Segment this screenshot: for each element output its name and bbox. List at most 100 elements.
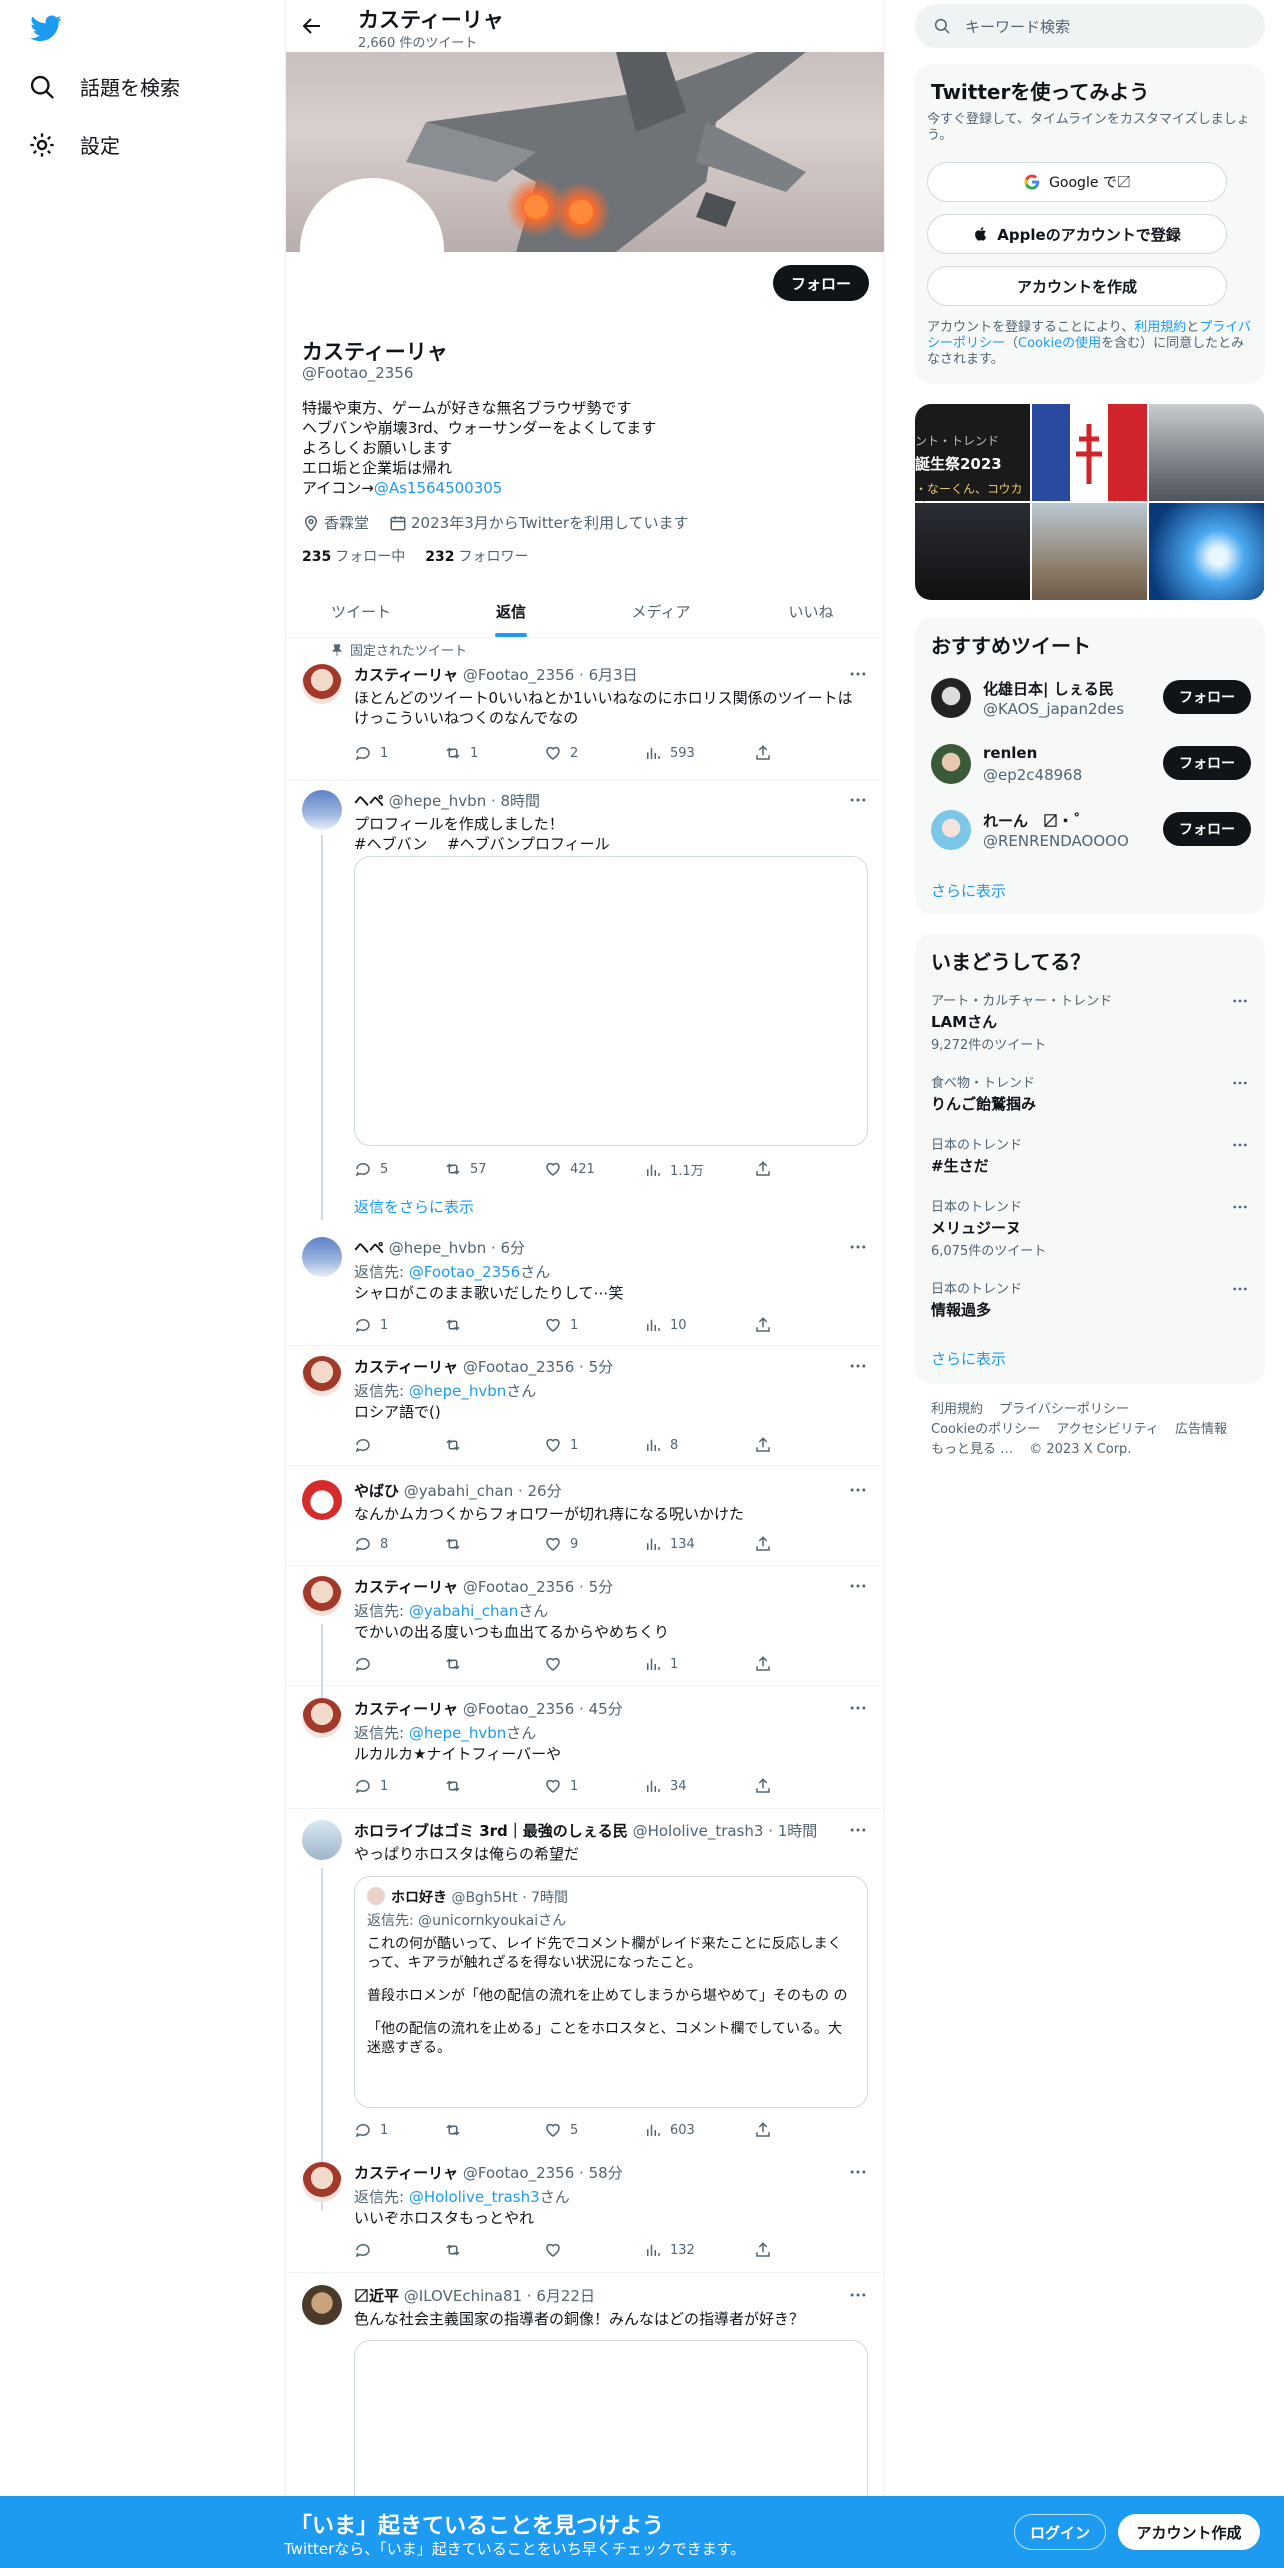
avatar[interactable] (302, 2285, 342, 2325)
more-icon[interactable] (1231, 1280, 1249, 1298)
hashtags[interactable]: #ヘブバン #ヘブバンプロフィール (354, 834, 866, 854)
more-icon[interactable] (848, 664, 868, 684)
google-signup-button[interactable]: Google で〼 (927, 162, 1227, 202)
tweet-author[interactable]: カスティーリャ (354, 1700, 458, 1718)
reply-button[interactable]: 1 (354, 2121, 388, 2139)
reply-button[interactable] (354, 2241, 380, 2259)
grid-image[interactable] (915, 503, 1030, 600)
more-icon[interactable] (1231, 1198, 1249, 1216)
tweet-author[interactable]: ヘペ (354, 1239, 384, 1257)
like-button[interactable] (544, 1655, 570, 1673)
avatar[interactable] (302, 1820, 342, 1860)
tweet-author[interactable]: やばひ (354, 1482, 399, 1500)
tab-media[interactable]: メディア (586, 586, 736, 637)
more-icon[interactable] (848, 2285, 868, 2305)
tweet-author[interactable]: カスティーリャ (354, 1358, 458, 1376)
search-box[interactable]: キーワード検索 (915, 4, 1265, 48)
bio-icon-link[interactable]: @As1564500305 (374, 479, 503, 497)
views-button[interactable]: 593 (644, 744, 695, 762)
trend-item[interactable]: 日本のトレンド メリュジーヌ 6,075件のツイート (931, 1196, 1249, 1259)
more-icon[interactable] (848, 2162, 868, 2182)
retweet-button[interactable]: 57 (444, 1160, 487, 1178)
tab-tweets[interactable]: ツイート (286, 586, 436, 637)
footer-link[interactable]: プライバシーポリシー (999, 1402, 1129, 1417)
recommend-show-more[interactable]: さらに表示 (931, 880, 1006, 901)
reply-button[interactable]: 1 (354, 1777, 388, 1795)
tweet-author[interactable]: カスティーリャ (354, 666, 458, 684)
retweet-button[interactable] (444, 1777, 470, 1795)
like-button[interactable]: 1 (544, 1436, 578, 1454)
like-button[interactable] (544, 2241, 570, 2259)
share-button[interactable] (754, 2121, 772, 2139)
trend-item[interactable]: 日本のトレンド #生さだ (931, 1134, 1249, 1176)
views-button[interactable]: 34 (644, 1777, 687, 1795)
twitter-logo-icon[interactable] (28, 12, 64, 44)
reply-button[interactable] (354, 1436, 380, 1454)
following-link[interactable]: 235 フォロー中 (302, 546, 405, 566)
nav-explore[interactable]: 話題を検索 (28, 72, 180, 101)
nav-settings[interactable]: 設定 (28, 130, 120, 159)
more-icon[interactable] (848, 790, 868, 810)
like-button[interactable]: 5 (544, 2121, 578, 2139)
reply-button[interactable]: 8 (354, 1535, 388, 1553)
recommend-user[interactable]: れーん 〼・˚ @RENRENDAOOOO フォロー (931, 806, 1251, 854)
retweet-button[interactable]: 1 (444, 744, 478, 762)
reply-to-link[interactable]: @hepe_hvbn (409, 1724, 506, 1742)
more-icon[interactable] (1231, 992, 1249, 1010)
tweet-author[interactable]: ホロライブはゴミ 3rd｜最強のしぇる民 (354, 1822, 628, 1840)
follow-button[interactable]: フォロー (773, 265, 869, 301)
share-button[interactable] (754, 1655, 772, 1673)
reply-to-link[interactable]: @Hololive_trash3 (409, 2188, 540, 2206)
retweet-button[interactable] (444, 2241, 470, 2259)
retweet-button[interactable] (444, 2121, 470, 2139)
footer-link[interactable]: アクセシビリティ (1056, 1422, 1159, 1437)
more-icon[interactable] (848, 1698, 868, 1718)
retweet-button[interactable] (444, 1535, 470, 1553)
avatar[interactable] (302, 1480, 342, 1520)
share-button[interactable] (754, 1436, 772, 1454)
grid-image[interactable] (1149, 404, 1264, 501)
reply-to-link[interactable]: @hepe_hvbn (409, 1382, 506, 1400)
reply-button[interactable]: 5 (354, 1160, 388, 1178)
avatar[interactable] (302, 1576, 342, 1616)
grid-image[interactable]: ント・トレンド 誕生祭2023 ・なーくん、コウカイ (915, 404, 1030, 513)
signup-button[interactable]: アカウント作成 (1118, 2514, 1260, 2550)
login-button[interactable]: ログイン (1014, 2514, 1106, 2550)
views-button[interactable]: 1.1万 (644, 1160, 704, 1179)
share-button[interactable] (754, 1160, 772, 1178)
follow-button[interactable]: フォロー (1163, 812, 1251, 846)
tweet-author[interactable]: ヘペ (354, 792, 384, 810)
grid-image[interactable] (1149, 503, 1264, 600)
avatar[interactable] (302, 664, 342, 704)
share-button[interactable] (754, 1777, 772, 1795)
recommend-user[interactable]: renlen @ep2c48968 フォロー (931, 740, 1251, 788)
more-icon[interactable] (848, 1820, 868, 1840)
cookie-link[interactable]: Cookieの使用 (1018, 336, 1101, 351)
reply-to-link[interactable]: @Footao_2356 (409, 1263, 520, 1281)
views-button[interactable]: 132 (644, 2241, 695, 2259)
avatar[interactable] (302, 790, 342, 830)
reply-button[interactable] (354, 1655, 380, 1673)
share-button[interactable] (754, 744, 772, 762)
footer-link[interactable]: Cookieのポリシー (931, 1422, 1040, 1437)
like-button[interactable]: 2 (544, 744, 578, 762)
quote-tweet[interactable]: ホロ好き @Bgh5Ht · 7時間 返信先: @unicornkyoukaiさ… (354, 1876, 868, 2108)
views-button[interactable]: 8 (644, 1436, 678, 1454)
like-button[interactable]: 1 (544, 1777, 578, 1795)
share-button[interactable] (754, 1316, 772, 1334)
tweet-media[interactable] (354, 856, 868, 1146)
retweet-button[interactable] (444, 1316, 470, 1334)
avatar[interactable] (302, 1698, 342, 1738)
avatar[interactable] (302, 1356, 342, 1396)
follow-button[interactable]: フォロー (1163, 680, 1251, 714)
trends-show-more[interactable]: さらに表示 (931, 1348, 1006, 1369)
more-icon[interactable] (848, 1576, 868, 1596)
retweet-button[interactable] (444, 1436, 470, 1454)
like-button[interactable]: 421 (544, 1160, 595, 1178)
show-more-replies-link[interactable]: 返信をさらに表示 (354, 1196, 474, 1217)
more-icon[interactable] (1231, 1136, 1249, 1154)
footer-link[interactable]: 利用規約 (931, 1402, 983, 1417)
trend-item[interactable]: 日本のトレンド 情報過多 (931, 1278, 1249, 1320)
views-button[interactable]: 134 (644, 1535, 695, 1553)
apple-signup-button[interactable]: Appleのアカウントで登録 (927, 214, 1227, 254)
